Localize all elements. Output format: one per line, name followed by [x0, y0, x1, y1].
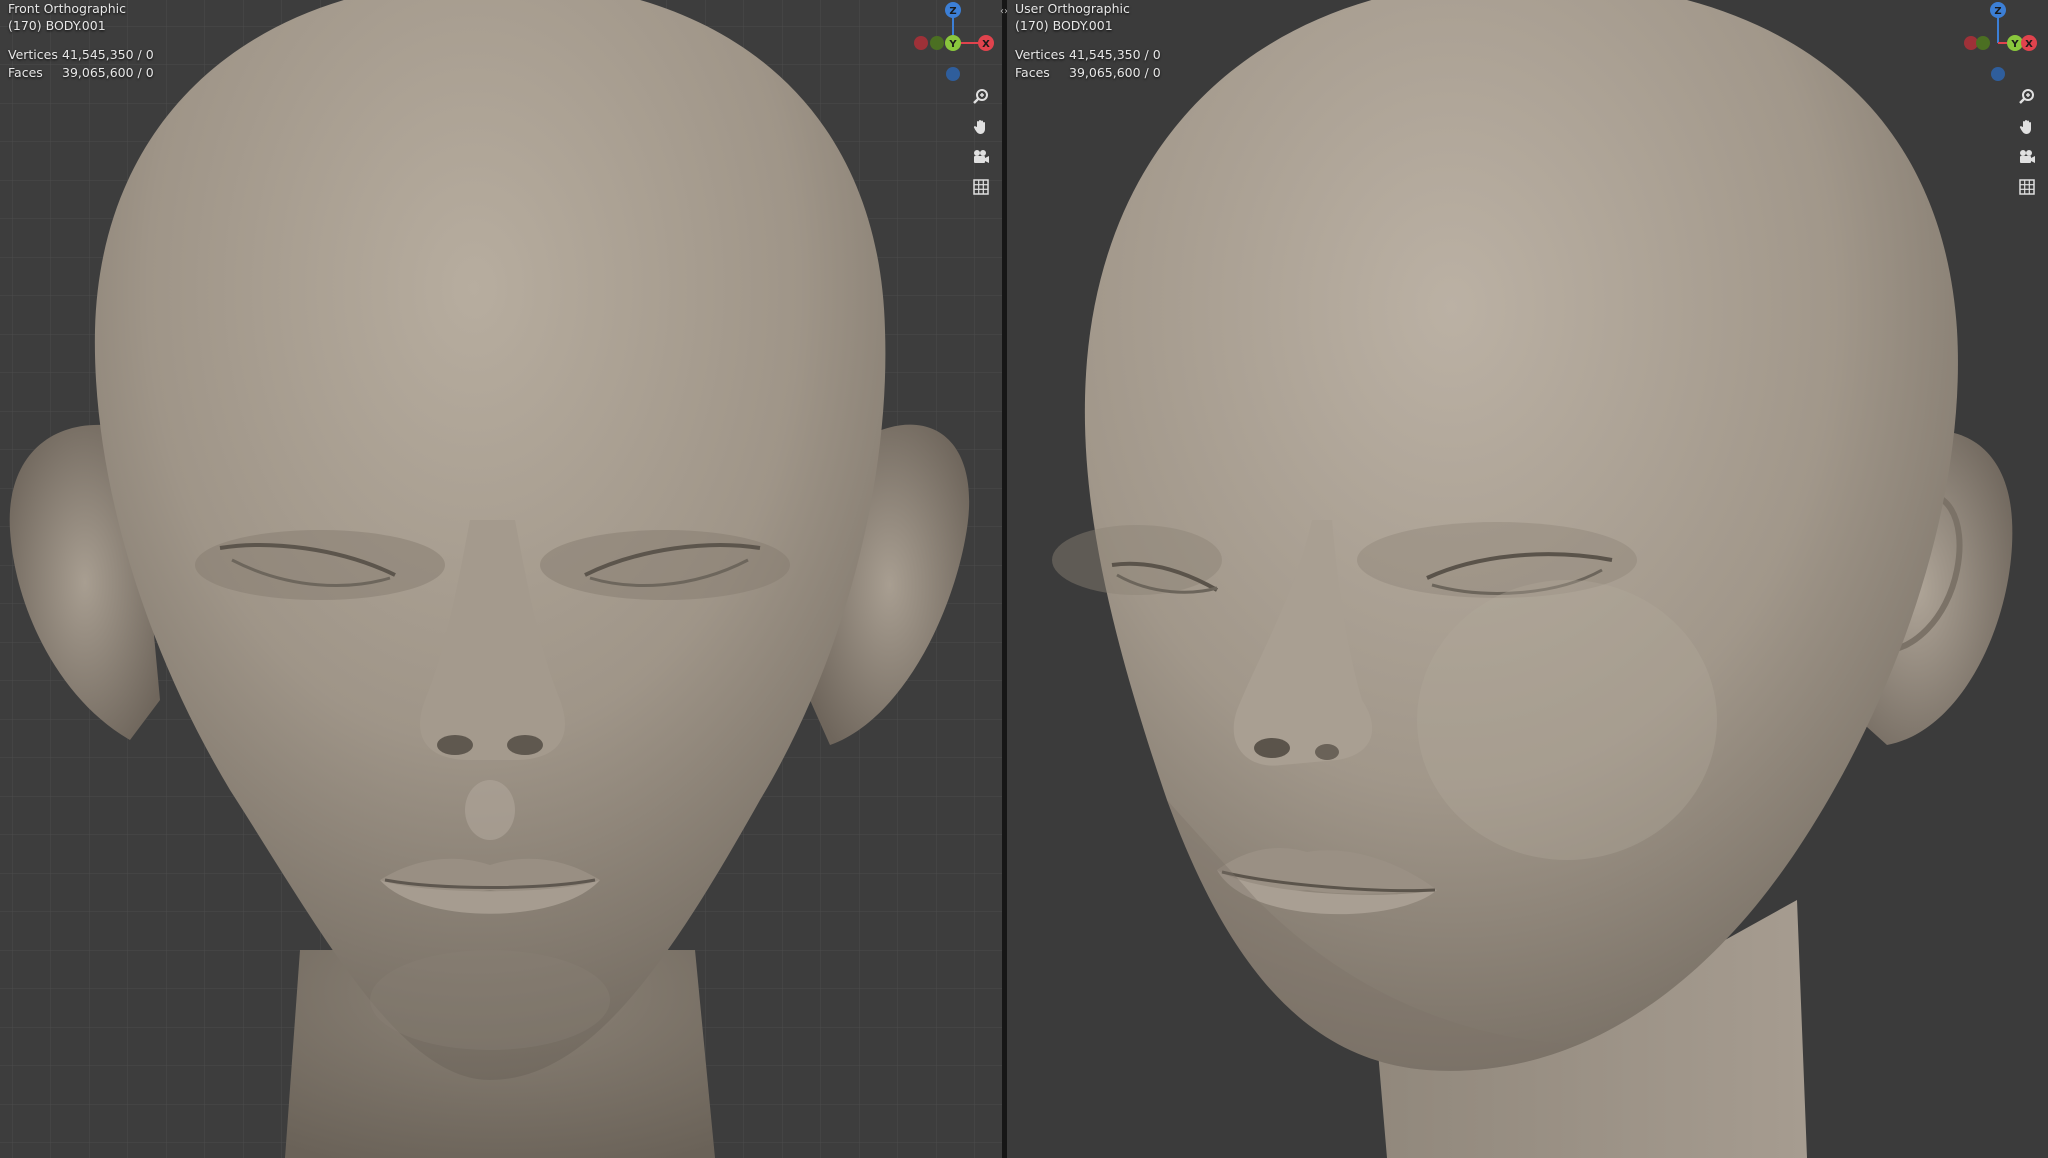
stats-vertices-row: Vertices 41,545,350 / 0 — [1015, 47, 1215, 65]
neg-z-axis-handle[interactable] — [946, 67, 960, 81]
blender-workspace: Front Orthographic (170) BODY.001 Vertic… — [0, 0, 2048, 1158]
camera-view-button[interactable] — [968, 144, 994, 170]
y-axis-handle[interactable]: Y — [2007, 35, 2023, 51]
viewport-front-orthographic[interactable]: Front Orthographic (170) BODY.001 Vertic… — [0, 0, 1002, 1158]
z-axis-label: Z — [949, 6, 956, 17]
camera-icon — [974, 150, 989, 163]
x-axis-handle[interactable]: X — [2021, 35, 2037, 51]
magnifier-icon — [2019, 89, 2034, 104]
sculpted-head-front-view — [9, 0, 970, 1158]
y-axis-label: Y — [2010, 39, 2019, 50]
navigation-gizmo[interactable]: Z Y X — [910, 0, 996, 86]
stats-value: 39,065,600 / 0 — [1069, 65, 1161, 80]
toggle-perspective-button[interactable] — [968, 174, 994, 200]
pan-button[interactable] — [2014, 114, 2040, 140]
hand-icon — [2019, 120, 2031, 134]
zoom-button[interactable] — [968, 84, 994, 110]
magnifier-icon — [973, 89, 988, 104]
stats-value: 41,545,350 / 0 — [1069, 47, 1161, 62]
stats-value: 41,545,350 / 0 — [62, 47, 154, 62]
toggle-perspective-button[interactable] — [2014, 174, 2040, 200]
z-axis-handle[interactable]: Z — [1990, 2, 2006, 18]
z-axis-label: Z — [1994, 6, 2001, 17]
viewport-user-orthographic[interactable]: User Orthographic (170) BODY.001 Vertice… — [1007, 0, 2048, 1158]
active-object-name: (170) BODY.001 — [1015, 18, 1113, 33]
navigation-gizmo[interactable]: Z Y X — [1957, 0, 2043, 86]
viewport-view-name: Front Orthographic — [8, 1, 126, 16]
y-axis-label: Y — [948, 39, 957, 50]
x-axis-handle[interactable]: X — [978, 35, 994, 51]
camera-icon — [2020, 150, 2035, 163]
viewport-view-name: User Orthographic — [1015, 1, 1130, 16]
stats-vertices-row: Vertices 41,545,350 / 0 — [8, 47, 208, 65]
zoom-button[interactable] — [2014, 84, 2040, 110]
stats-faces-row: Faces 39,065,600 / 0 — [1015, 65, 1215, 83]
camera-view-button[interactable] — [2014, 144, 2040, 170]
hand-icon — [973, 120, 985, 134]
stats-faces-row: Faces 39,065,600 / 0 — [8, 65, 208, 83]
grid-icon — [973, 179, 989, 195]
neg-x-axis-handle[interactable] — [1964, 36, 1978, 50]
active-object-name: (170) BODY.001 — [8, 18, 106, 33]
neg-z-axis-handle[interactable] — [1991, 67, 2005, 81]
stats-label: Vertices — [1015, 47, 1065, 62]
stats-label: Vertices — [8, 47, 58, 62]
grid-icon — [2019, 179, 2035, 195]
x-axis-label: X — [2025, 39, 2033, 50]
neg-y-axis-handle[interactable] — [1976, 36, 1990, 50]
y-axis-handle[interactable]: Y — [945, 35, 961, 51]
stats-label: Faces — [1015, 65, 1050, 80]
stats-value: 39,065,600 / 0 — [62, 65, 154, 80]
z-axis-handle[interactable]: Z — [945, 2, 961, 18]
neg-y-axis-handle[interactable] — [930, 36, 944, 50]
stats-label: Faces — [8, 65, 43, 80]
neg-x-axis-handle[interactable] — [914, 36, 928, 50]
sculpted-head-user-view — [1052, 0, 2013, 1158]
x-axis-label: X — [982, 39, 990, 50]
pan-button[interactable] — [968, 114, 994, 140]
